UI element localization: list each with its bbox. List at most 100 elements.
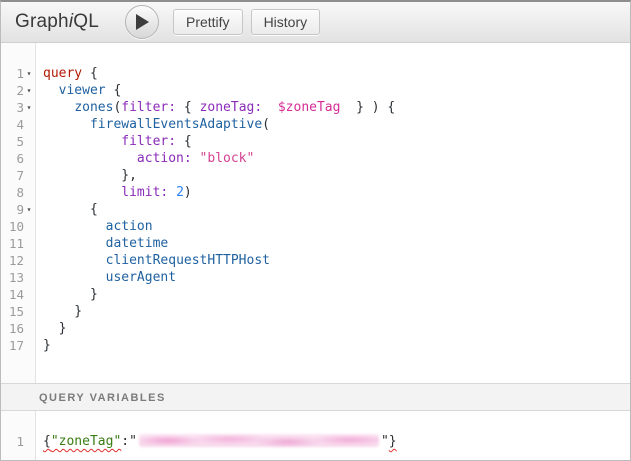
history-button[interactable]: History — [251, 9, 321, 35]
variables-code[interactable]: {"zoneTag":""} — [37, 411, 630, 450]
line-number-text: 8 — [16, 184, 24, 201]
code-token — [262, 100, 278, 115]
line-number: 10 — [1, 218, 35, 235]
code-token: filter: — [121, 100, 176, 115]
execute-query-button[interactable] — [125, 5, 159, 39]
code-token: firewallEventsAdaptive — [90, 117, 262, 132]
graphiql-app: GraphiQL Prettify History 1▾2▾3▾456789▾1… — [0, 0, 631, 461]
code-token — [43, 83, 59, 98]
line-number: 12 — [1, 252, 35, 269]
code-line[interactable]: {"zoneTag":""} — [43, 433, 630, 450]
code-token — [43, 219, 106, 234]
code-token: ( — [262, 117, 270, 132]
prettify-button[interactable]: Prettify — [173, 9, 243, 35]
redacted-zone-tag-value — [139, 434, 379, 447]
line-number: 14 — [1, 286, 35, 303]
line-number-text: 3 — [16, 99, 24, 116]
code-line[interactable]: } — [43, 337, 630, 354]
query-code[interactable]: query { viewer { zones(filter: { zoneTag… — [37, 43, 630, 354]
line-number-text: 1 — [16, 433, 24, 450]
code-token — [43, 253, 106, 268]
variables-title: QUERY VARIABLES — [39, 392, 166, 404]
code-line[interactable]: limit: 2) — [43, 184, 630, 201]
code-token — [43, 185, 121, 200]
code-token — [43, 151, 137, 166]
code-line[interactable]: action — [43, 218, 630, 235]
line-number-text: 10 — [9, 218, 24, 235]
line-number: 9▾ — [1, 201, 35, 218]
query-editor[interactable]: 1▾2▾3▾456789▾1011121314151617 query { vi… — [1, 43, 630, 383]
code-line[interactable]: userAgent — [43, 269, 630, 286]
code-token: { — [176, 134, 192, 149]
code-token: "block" — [200, 151, 255, 166]
code-token: datetime — [106, 236, 169, 251]
code-line[interactable]: firewallEventsAdaptive( — [43, 116, 630, 133]
line-number-text: 12 — [9, 252, 24, 269]
code-line[interactable]: datetime — [43, 235, 630, 252]
code-token: } ) { — [340, 100, 395, 115]
line-number-text: 6 — [16, 150, 24, 167]
code-line[interactable]: action: "block" — [43, 150, 630, 167]
line-number: 1 — [1, 433, 35, 450]
code-token — [168, 185, 176, 200]
code-line[interactable]: filter: { — [43, 133, 630, 150]
line-number: 15 — [1, 303, 35, 320]
code-token: $zoneTag — [278, 100, 341, 115]
fold-arrow-icon[interactable]: ▾ — [24, 99, 34, 116]
line-number-text: 1 — [16, 65, 24, 82]
code-token: { — [106, 83, 122, 98]
code-token: } — [43, 304, 82, 319]
line-number-text: 15 — [9, 303, 24, 320]
line-number-text: 13 — [9, 269, 24, 286]
variables-editor[interactable]: 1 {"zoneTag":""} — [1, 411, 630, 460]
line-number-text: 9 — [16, 201, 24, 218]
logo-part-graph: Graph — [15, 11, 69, 32]
query-gutter: 1▾2▾3▾456789▾1011121314151617 — [1, 43, 36, 383]
code-token: action: — [137, 151, 192, 166]
variables-title-bar[interactable]: QUERY VARIABLES — [1, 383, 630, 411]
line-number-text: 2 — [16, 82, 24, 99]
code-line[interactable]: { — [43, 201, 630, 218]
line-number: 3▾ — [1, 99, 35, 116]
line-number: 1▾ — [1, 65, 35, 82]
code-line[interactable]: viewer { — [43, 82, 630, 99]
code-token: action — [106, 219, 153, 234]
code-token: } — [43, 287, 98, 302]
code-token — [43, 100, 74, 115]
line-number-text: 14 — [9, 286, 24, 303]
fold-arrow-icon[interactable]: ▾ — [24, 82, 34, 99]
code-token: } — [43, 338, 51, 353]
line-number: 8 — [1, 184, 35, 201]
code-token: viewer — [59, 83, 106, 98]
code-token: { — [43, 202, 98, 217]
line-number-text: 11 — [9, 235, 24, 252]
code-token: limit: — [121, 185, 168, 200]
code-line[interactable]: }, — [43, 167, 630, 184]
code-token: } — [389, 434, 397, 449]
code-line[interactable]: } — [43, 303, 630, 320]
code-token: clientRequestHTTPHost — [106, 253, 270, 268]
code-token: zoneTag: — [200, 100, 263, 115]
line-number: 16 — [1, 320, 35, 337]
line-number: 6 — [1, 150, 35, 167]
graphiql-logo: GraphiQL — [15, 11, 99, 33]
code-line[interactable]: query { — [43, 65, 630, 82]
code-line[interactable]: clientRequestHTTPHost — [43, 252, 630, 269]
code-token: { — [82, 66, 98, 81]
fold-arrow-icon[interactable]: ▾ — [24, 201, 34, 218]
code-token: { — [176, 100, 199, 115]
code-line[interactable]: } — [43, 320, 630, 337]
code-line[interactable]: zones(filter: { zoneTag: $zoneTag } ) { — [43, 99, 630, 116]
line-number-text: 5 — [16, 133, 24, 150]
code-token: }, — [43, 168, 137, 183]
code-token: userAgent — [106, 270, 176, 285]
code-line[interactable]: } — [43, 286, 630, 303]
line-number: 11 — [1, 235, 35, 252]
fold-arrow-icon[interactable]: ▾ — [24, 65, 34, 82]
line-number: 7 — [1, 167, 35, 184]
code-token: " — [129, 434, 137, 449]
line-number: 17 — [1, 337, 35, 354]
line-number: 5 — [1, 133, 35, 150]
line-number: 13 — [1, 269, 35, 286]
code-token: query — [43, 66, 82, 81]
